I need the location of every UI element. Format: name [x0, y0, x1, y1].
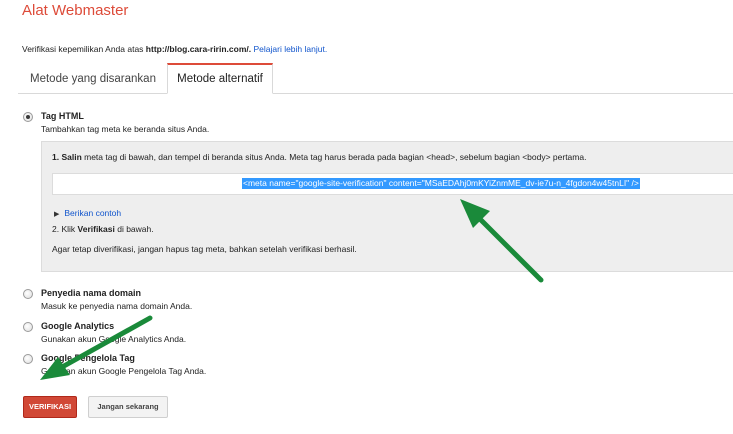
tabs-divider [18, 93, 733, 94]
step-2-suffix: di bawah. [114, 224, 154, 234]
radio-domain-provider[interactable] [23, 289, 33, 299]
option-desc-domain-provider: Masuk ke penyedia nama domain Anda. [41, 301, 193, 311]
learn-more-link[interactable]: Pelajari lebih lanjut. [253, 44, 327, 54]
option-title-html-tag: Tag HTML [41, 111, 84, 121]
option-title-google-analytics: Google Analytics [41, 321, 115, 331]
page-title: Alat Webmaster [22, 2, 129, 19]
triangle-right-icon: ▶ [54, 211, 60, 218]
not-now-button[interactable]: Jangan sekarang [88, 396, 168, 418]
step-1-instructions: meta tag di bawah, dan tempel di beranda… [81, 152, 587, 162]
keep-verified-note: Agar tetap diverifikasi, jangan hapus ta… [52, 244, 357, 254]
radio-google-analytics[interactable] [23, 322, 33, 332]
tab-recommended-method[interactable]: Metode yang disarankan [18, 65, 168, 93]
html-tag-instructions-panel: 1. Salin meta tag di bawah, dan tempel d… [41, 141, 733, 272]
show-example-link[interactable]: ▶ Berikan contoh [54, 208, 121, 218]
step-2-text: 2. Klik Verifikasi di bawah. [52, 224, 154, 234]
verification-text: Verifikasi kepemilikan Anda atas [22, 44, 146, 54]
verify-button[interactable]: VERIFIKASI [23, 396, 77, 418]
meta-tag-box[interactable]: <meta name="google-site-verification" co… [52, 173, 733, 195]
option-title-tag-manager: Google Pengelola Tag [41, 353, 135, 363]
option-title-domain-provider: Penyedia nama domain [41, 288, 142, 298]
step-2-bold: Verifikasi [77, 224, 115, 234]
show-example-label: Berikan contoh [64, 208, 122, 218]
option-desc-google-analytics: Gunakan akun Google Analytics Anda. [41, 334, 187, 344]
meta-tag-code[interactable]: <meta name="google-site-verification" co… [242, 178, 640, 189]
option-desc-tag-manager: Gunakan akun Google Pengelola Tag Anda. [41, 366, 207, 376]
step-1-text: 1. Salin meta tag di bawah, dan tempel d… [52, 152, 586, 162]
tab-alternate-method[interactable]: Metode alternatif [167, 63, 273, 94]
radio-html-tag[interactable] [23, 112, 33, 122]
step-2-prefix: 2. Klik [52, 224, 78, 234]
verification-line: Verifikasi kepemilikan Anda atas http://… [22, 44, 327, 54]
radio-tag-manager[interactable] [23, 354, 33, 364]
option-desc-html-tag: Tambahkan tag meta ke beranda situs Anda… [41, 124, 210, 134]
method-tabs: Metode yang disarankan Metode alternatif [18, 63, 733, 94]
step-1-bold: 1. Salin [52, 152, 82, 162]
site-url: http://blog.cara-ririn.com/. [145, 44, 252, 54]
